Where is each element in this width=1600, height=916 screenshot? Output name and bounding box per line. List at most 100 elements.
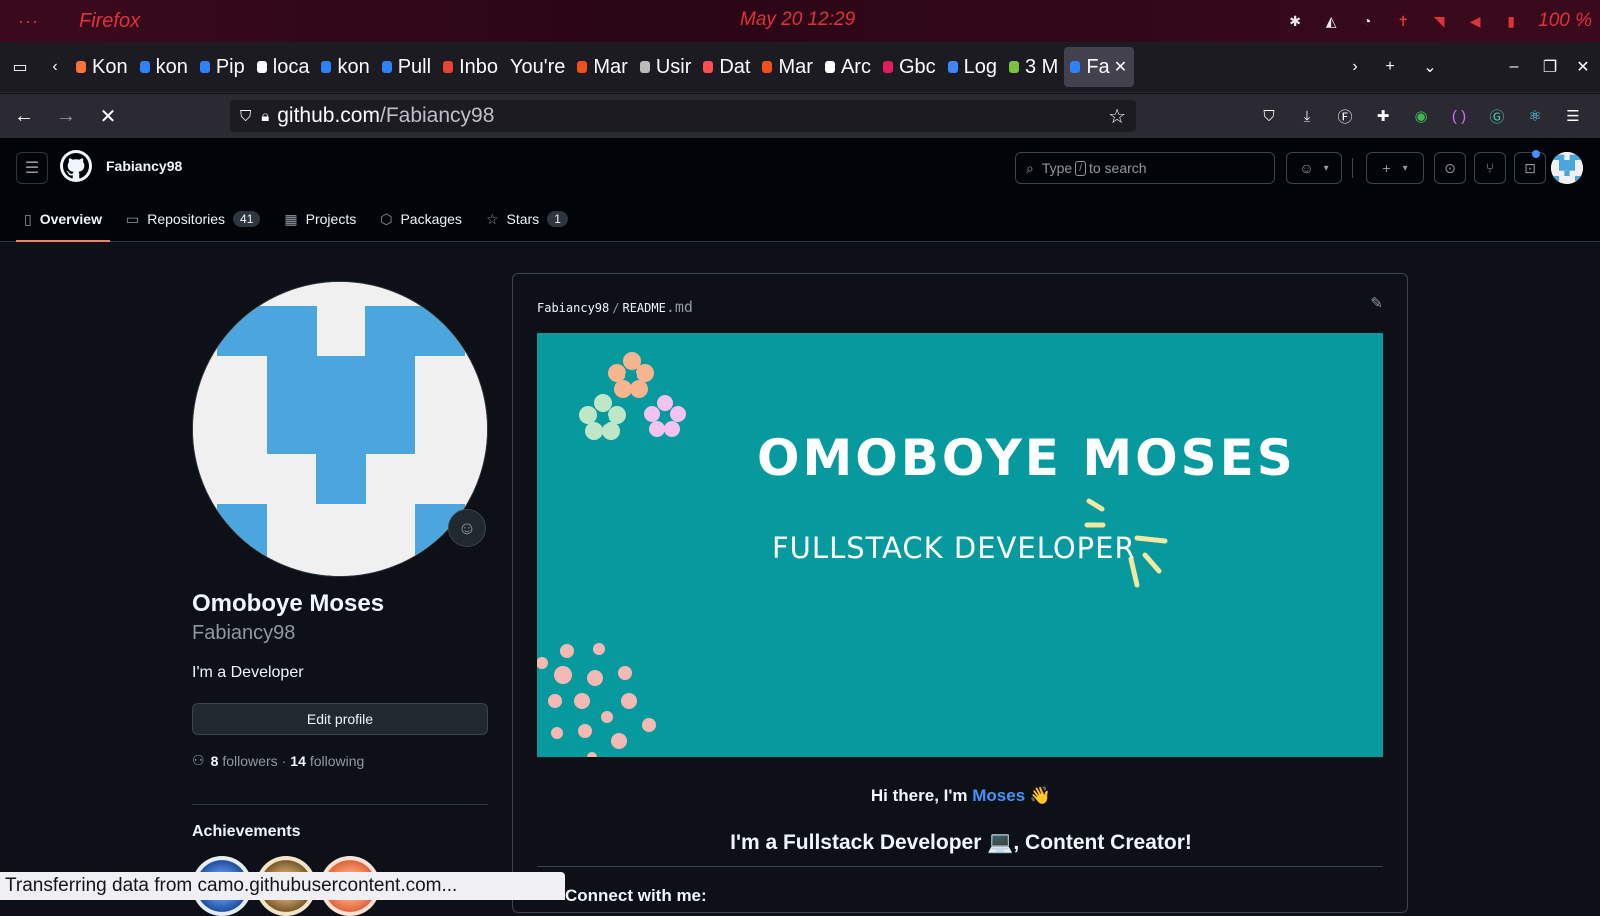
pocket-icon[interactable]: ⛉ (1254, 100, 1284, 132)
tab-projects[interactable]: ▦ Projects (276, 196, 364, 242)
minimize-icon[interactable]: – (1494, 42, 1534, 93)
tab-favicon-icon (321, 61, 332, 73)
tab-scroll-right-icon[interactable]: › (1340, 42, 1370, 93)
extension-f-icon[interactable]: Ⓕ (1330, 100, 1360, 132)
gauge-icon[interactable]: ◔ (1358, 12, 1376, 30)
tab-favicon-icon (639, 61, 650, 73)
tab-scroll-left-icon[interactable]: ‹ (40, 42, 70, 93)
edit-readme-pencil-icon[interactable]: ✎ (1370, 294, 1383, 312)
slack-tray-icon[interactable]: ✱ (1286, 12, 1304, 30)
close-tab-icon[interactable]: ✕ (1114, 57, 1127, 77)
browser-tab[interactable]: Mar (756, 47, 818, 87)
issues-button[interactable]: ⊙ (1434, 152, 1466, 184)
browser-tab[interactable]: You're (504, 47, 571, 87)
browser-tab[interactable]: Fa ✕ (1064, 47, 1135, 87)
firefox-view-icon[interactable]: ▭ (0, 42, 40, 93)
flower-green (579, 394, 626, 440)
bookmark-star-icon[interactable]: ☆ (1108, 104, 1126, 129)
downloads-icon[interactable]: ⤓ (1292, 100, 1322, 132)
browser-tab[interactable]: Pull (376, 47, 437, 87)
tab-favicon-icon (76, 61, 86, 73)
edit-profile-button[interactable]: Edit profile (192, 703, 488, 735)
tab-favicon-icon (139, 61, 150, 73)
pull-requests-button[interactable]: ⑂ (1474, 152, 1506, 184)
followers-link[interactable]: 8 followers (211, 753, 278, 769)
readme-ext: .md (665, 298, 693, 316)
browser-tab[interactable]: Pip (194, 47, 251, 87)
notification-indicator (1532, 150, 1540, 158)
url-text[interactable]: github.com/Fabiancy98 (277, 104, 494, 128)
list-all-tabs-icon[interactable]: ⌄ (1410, 42, 1450, 93)
back-icon[interactable]: ← (6, 98, 42, 134)
git-pull-request-icon: ⑂ (1485, 160, 1495, 176)
browser-tab[interactable]: loca (251, 47, 316, 87)
github-logo-icon[interactable] (60, 150, 92, 182)
browser-tab[interactable]: kon (315, 47, 375, 87)
clock[interactable]: May 20 12:29 (740, 9, 855, 31)
inbox-button[interactable]: ⊡ (1514, 152, 1546, 184)
tab-stars[interactable]: ☆ Stars 1 (478, 196, 576, 242)
app-menu-icon[interactable]: ☰ (1558, 100, 1588, 132)
new-tab-icon[interactable]: + (1370, 42, 1410, 93)
browser-tab[interactable]: Gbc (877, 47, 942, 87)
followers-count: 8 (210, 752, 219, 769)
tab-packages[interactable]: ⬡ Packages (372, 196, 470, 242)
tab-favicon-icon (824, 61, 835, 73)
github-header: ☰ Fabiancy98 ⌕ Type / to search ☺ ▾ + ▾ ⊙ … (0, 138, 1600, 242)
browser-tab[interactable]: Mar (571, 47, 633, 87)
browser-nav-bar: ← → ✕ ⛉ 🔒︎ github.com/Fabiancy98 ☆ ⛉ ⤓ Ⓕ… (0, 94, 1600, 138)
extensions-puzzle-icon[interactable]: ✚ (1368, 100, 1398, 132)
search-suffix: to search (1088, 160, 1147, 176)
forward-icon[interactable]: → (48, 98, 84, 134)
restore-icon[interactable]: ❐ (1534, 42, 1566, 93)
tab-overview[interactable]: ▯ Overview (16, 196, 110, 242)
accessibility-icon[interactable]: ✝ (1394, 12, 1412, 30)
tab-label: Mar (778, 55, 813, 78)
lock-icon[interactable]: 🔒︎ (261, 108, 269, 125)
browser-tab[interactable]: Log (942, 47, 1003, 87)
browser-tab[interactable]: Kon (70, 47, 134, 87)
copilot-button[interactable]: ☺ ▾ (1286, 152, 1342, 184)
battery-icon[interactable]: ▮ (1502, 12, 1520, 30)
extension-green-icon[interactable]: ◉ (1406, 100, 1436, 132)
activities-button[interactable]: ··· (18, 11, 39, 32)
url-bar[interactable]: ⛉ 🔒︎ github.com/Fabiancy98 ☆ (230, 100, 1136, 132)
toolbar-extensions: ⛉ ⤓ Ⓕ ✚ ◉ ( ) Ⓖ ⚛ ☰ (1254, 100, 1588, 132)
browser-tab[interactable]: Dat (697, 47, 756, 87)
battery-level[interactable]: 100 % (1538, 10, 1592, 32)
create-new-button[interactable]: + ▾ (1366, 152, 1424, 184)
browser-tab[interactable]: Arc (819, 47, 877, 87)
chevron-down-icon: ▾ (1323, 162, 1329, 174)
active-app-name[interactable]: Firefox (79, 10, 140, 33)
greeting-name-link[interactable]: Moses (972, 786, 1025, 805)
grammarly-icon[interactable]: Ⓖ (1482, 100, 1512, 132)
cloud-sync-icon[interactable]: ◭ (1322, 12, 1340, 30)
global-nav-menu-icon[interactable]: ☰ (16, 152, 48, 184)
readme-path: Fabiancy98/README.md (537, 298, 693, 316)
volume-icon[interactable]: ◀ (1466, 12, 1484, 30)
browser-tab[interactable]: kon (134, 47, 194, 87)
profile-avatar[interactable] (192, 281, 488, 577)
extension-brackets-icon[interactable]: ( ) (1444, 100, 1474, 132)
header-username[interactable]: Fabiancy98 (106, 158, 182, 174)
shield-icon[interactable]: ⛉ (240, 108, 251, 125)
tab-label: Stars (506, 211, 540, 227)
search-input[interactable]: ⌕ Type / to search (1015, 152, 1275, 184)
banner-role: FULLSTACK DEVELOPER (772, 531, 1136, 565)
wifi-icon[interactable]: ◥ (1430, 12, 1448, 30)
readme-owner[interactable]: Fabiancy98 (537, 301, 609, 315)
set-status-icon[interactable]: ☺ (448, 509, 486, 547)
user-avatar-menu[interactable] (1551, 152, 1583, 184)
browser-tab[interactable]: Usir (634, 47, 698, 87)
close-window-icon[interactable]: ✕ (1566, 42, 1600, 93)
browser-tab[interactable]: 3 M (1003, 47, 1064, 87)
following-count: 14 (290, 752, 306, 769)
book-icon: ▯ (24, 210, 32, 227)
browser-tab[interactable]: Inbo (437, 47, 504, 87)
react-devtools-icon[interactable]: ⚛ (1520, 100, 1550, 132)
tab-repositories[interactable]: ▭ Repositories 41 (118, 196, 268, 242)
stop-loading-icon[interactable]: ✕ (90, 98, 126, 134)
readme-file[interactable]: README (622, 301, 665, 315)
following-link[interactable]: 14 following (290, 753, 364, 769)
achievements-title[interactable]: Achievements (192, 823, 301, 841)
